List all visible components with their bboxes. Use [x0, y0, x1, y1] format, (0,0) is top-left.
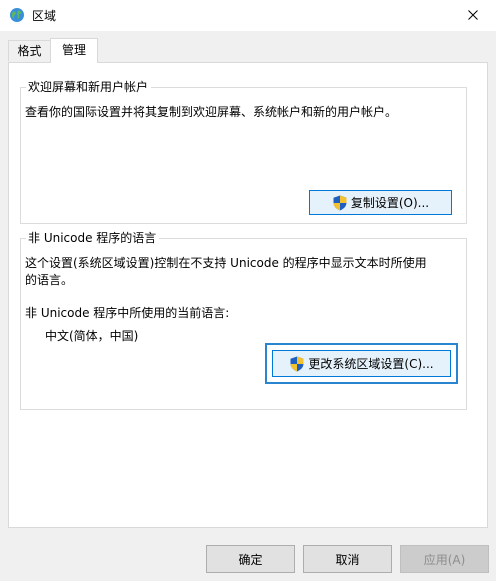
copy-settings-label: 复制设置(O)... — [350, 195, 430, 210]
close-button[interactable] — [450, 0, 496, 31]
window-title: 区域 — [32, 9, 57, 23]
non-unicode-language-group: 非 Unicode 程序的语言 这个设置(系统区域设置)控制在不支持 Unico… — [20, 230, 467, 410]
change-system-locale-label: 更改系统区域设置(C)... — [308, 357, 434, 371]
title-bar: 区域 — [0, 0, 496, 31]
copy-settings-button[interactable]: 复制设置(O)... — [309, 190, 452, 215]
tab-format[interactable]: 格式 — [8, 40, 51, 61]
tab-strip: 格式 管理 — [0, 31, 496, 63]
non-unicode-description-line1: 这个设置(系统区域设置)控制在不支持 Unicode 的程序中显示文本时所使用 — [25, 256, 427, 270]
apply-button[interactable]: 应用(A) — [400, 545, 489, 573]
change-locale-focus-ring: 更改系统区域设置(C)... — [265, 343, 458, 384]
current-language-label: 非 Unicode 程序中所使用的当前语言: — [25, 306, 230, 320]
welcome-group-title: 欢迎屏幕和新用户帐户 — [26, 79, 152, 95]
uac-shield-icon — [332, 195, 348, 211]
globe-icon — [9, 7, 25, 23]
tab-administrative[interactable]: 管理 — [50, 38, 98, 63]
welcome-screen-group: 欢迎屏幕和新用户帐户 查看你的国际设置并将其复制到欢迎屏幕、系统帐户和新的用户帐… — [20, 79, 467, 224]
tab-panel-administrative: 欢迎屏幕和新用户帐户 查看你的国际设置并将其复制到欢迎屏幕、系统帐户和新的用户帐… — [8, 62, 488, 528]
ok-button[interactable]: 确定 — [206, 545, 295, 573]
non-unicode-description-line2: 的语言。 — [25, 273, 74, 287]
current-language-value: 中文(简体，中国) — [45, 329, 139, 343]
change-system-locale-button[interactable]: 更改系统区域设置(C)... — [272, 350, 451, 377]
welcome-description: 查看你的国际设置并将其复制到欢迎屏幕、系统帐户和新的用户帐户。 — [25, 105, 398, 119]
uac-shield-icon — [289, 356, 305, 372]
close-icon — [468, 9, 478, 23]
non-unicode-group-title: 非 Unicode 程序的语言 — [26, 230, 160, 246]
cancel-button[interactable]: 取消 — [303, 545, 392, 573]
